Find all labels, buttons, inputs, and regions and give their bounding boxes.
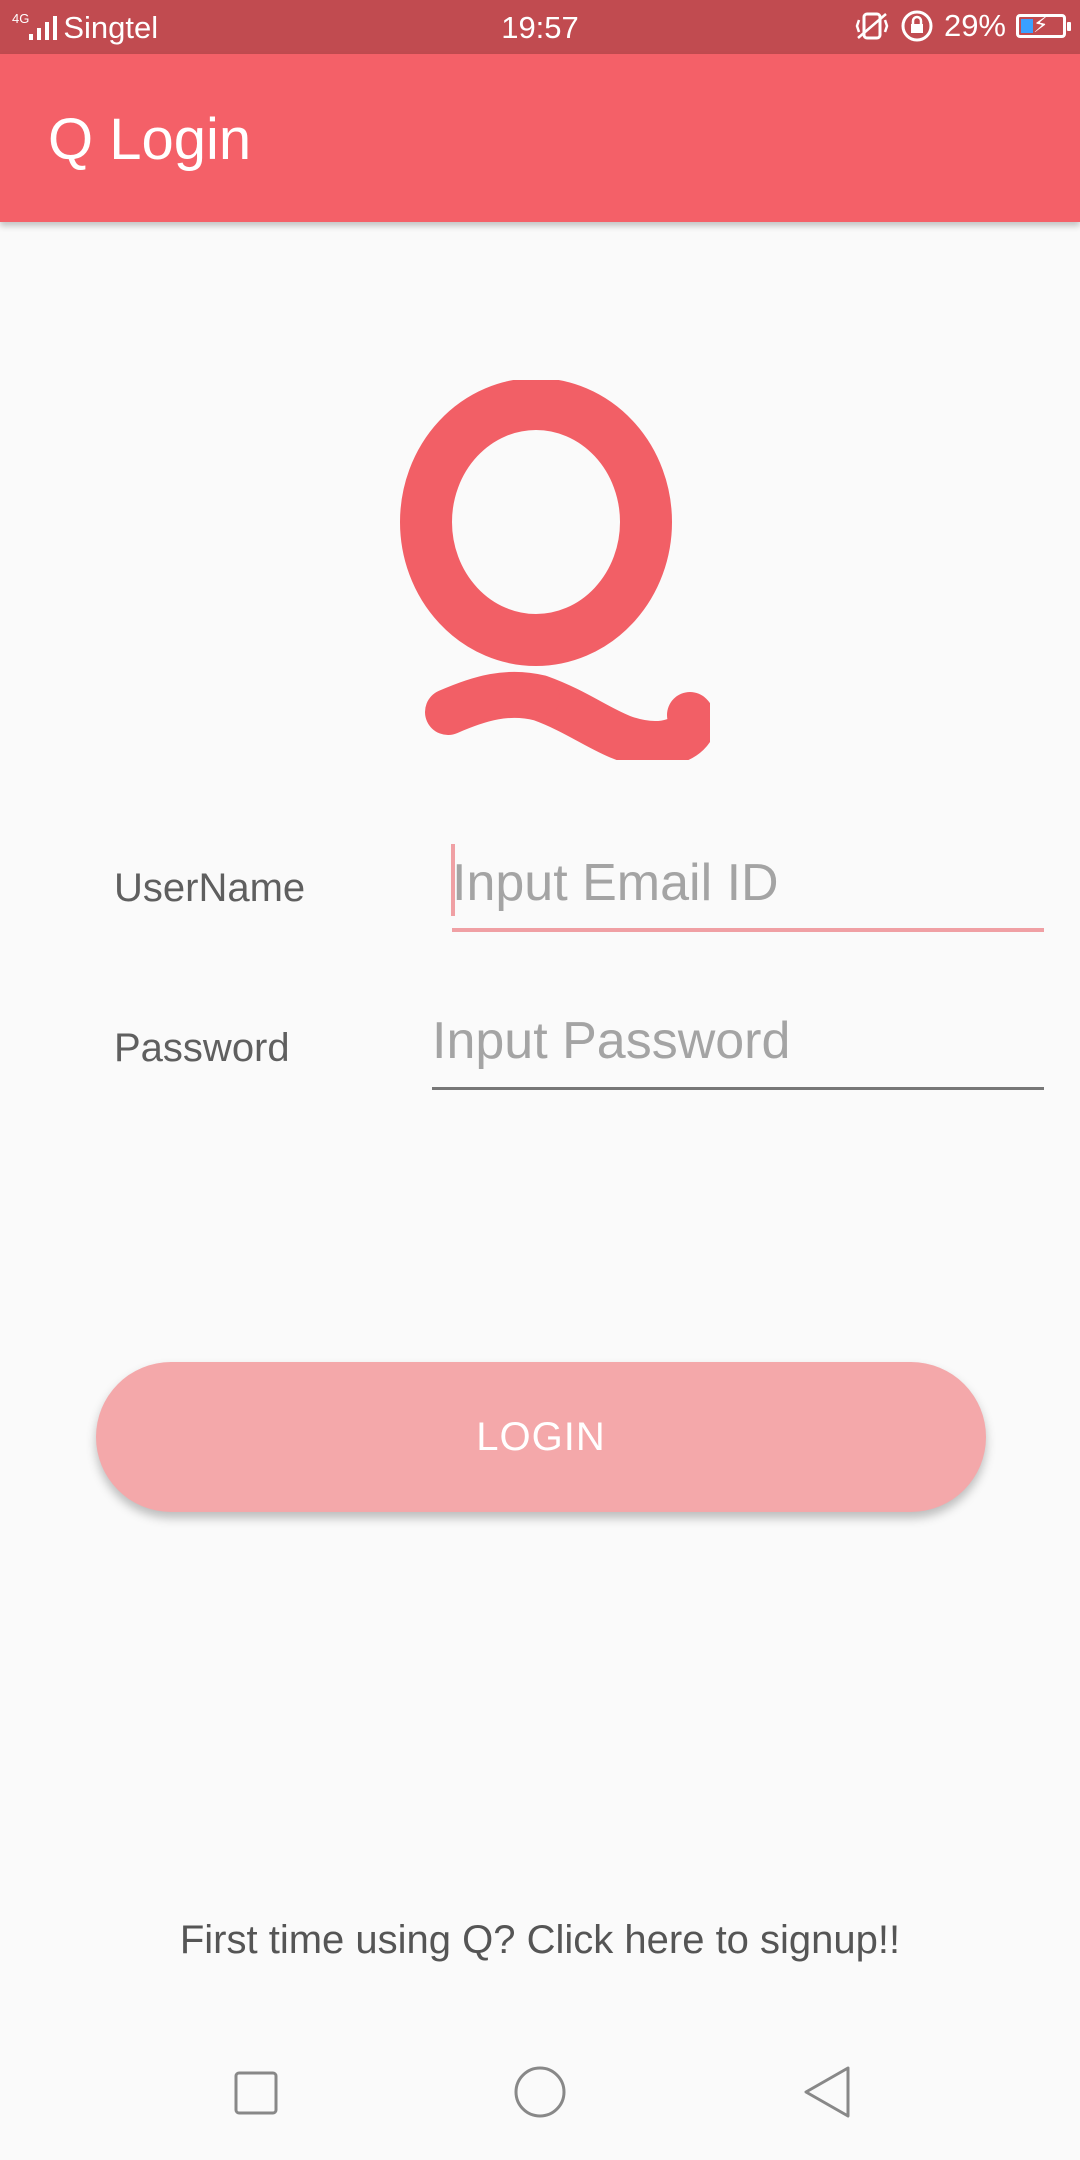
text-cursor [451,844,455,916]
battery-icon: ⚡ [1016,12,1071,38]
back-icon[interactable] [798,2062,858,2122]
status-right: 29% ⚡ [854,8,1071,44]
battery-percent: 29% [943,8,1006,43]
login-screen: 4G Singtel 19:57 29% ⚡ Q Login UserName … [0,0,1080,2160]
app-title: Q Login [48,107,252,172]
email-field[interactable] [451,842,1044,932]
status-bar: 4G Singtel 19:57 29% ⚡ [0,0,1080,54]
login-button[interactable]: LOGIN [96,1362,986,1512]
recents-icon[interactable] [225,2062,285,2122]
home-icon[interactable] [510,2062,570,2122]
navigation-bar [0,2020,1080,2160]
password-field[interactable] [432,1000,1044,1090]
email-input[interactable] [452,842,1044,924]
rotation-lock-icon [901,10,933,42]
q-logo [400,380,710,760]
signup-link[interactable]: First time using Q? Click here to signup… [0,1918,1080,1963]
app-bar: Q Login [0,54,1080,222]
vibrate-icon [855,12,889,40]
username-label: UserName [114,866,306,910]
password-label: Password [114,1026,290,1070]
password-input[interactable] [432,1000,1044,1082]
